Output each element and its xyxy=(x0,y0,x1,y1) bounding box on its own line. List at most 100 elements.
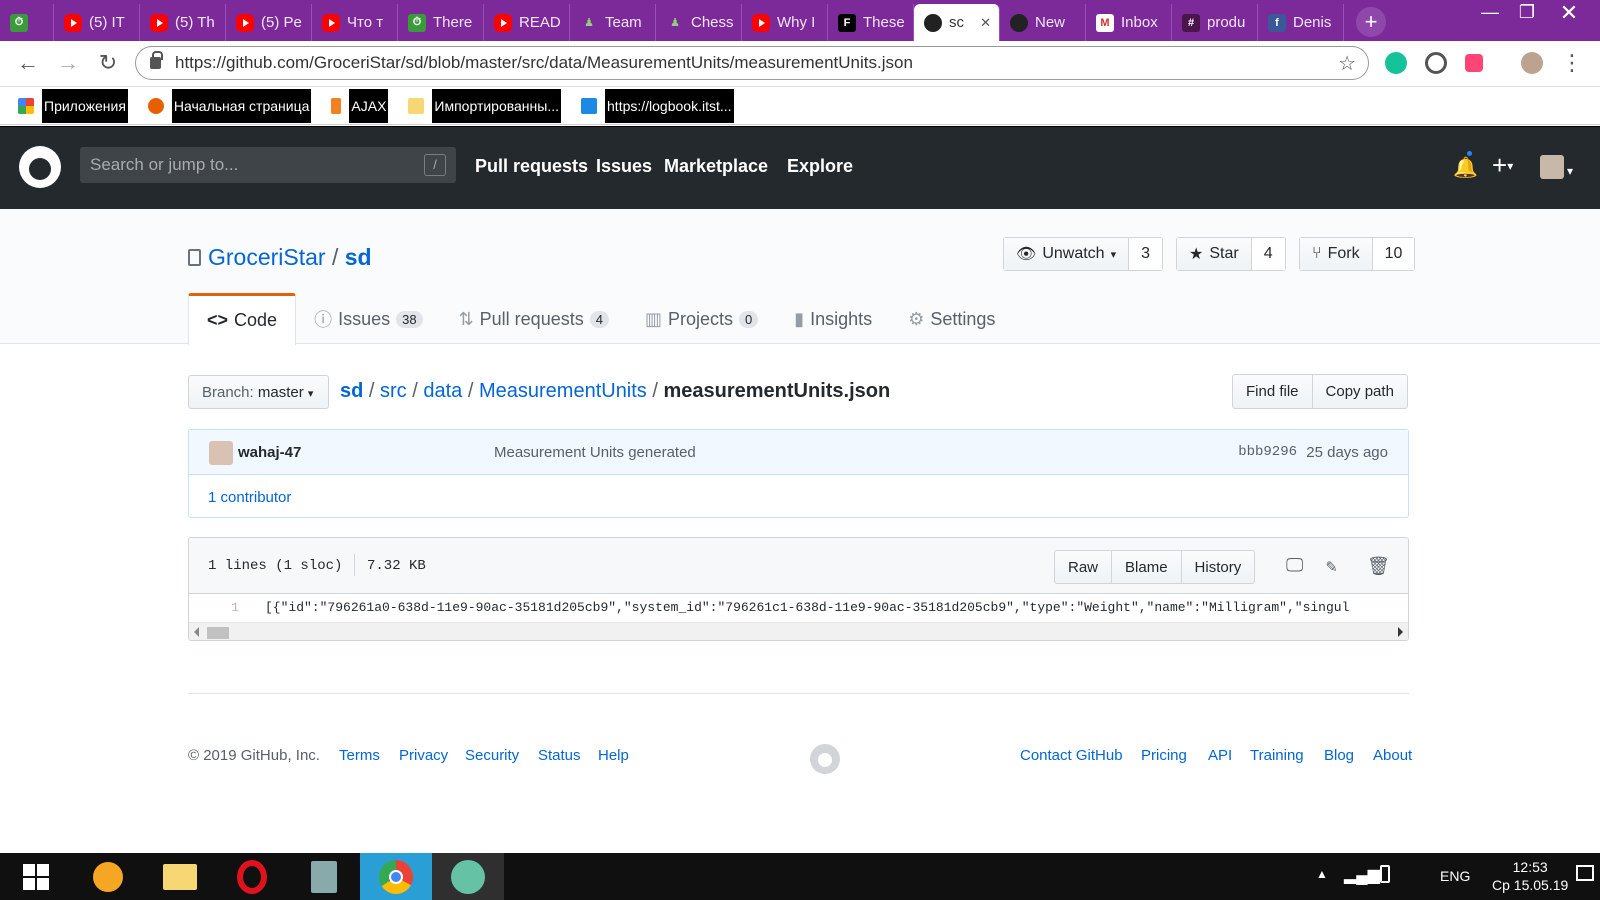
footer-link-pricing[interactable]: Pricing xyxy=(1141,747,1187,764)
trash-icon[interactable]: 🗑 xyxy=(1367,556,1390,578)
browser-tab[interactable]: Что т xyxy=(312,4,398,41)
battery-icon[interactable] xyxy=(1380,865,1390,883)
restore-icon[interactable]: ❐ xyxy=(1505,2,1549,23)
footer-link-about[interactable]: About xyxy=(1373,747,1412,764)
tab-issues[interactable]: ⓘ Issues 38 xyxy=(296,293,441,345)
find-file-button[interactable]: Find file xyxy=(1233,375,1313,408)
chrome-icon[interactable] xyxy=(360,853,432,900)
browser-tab[interactable]: M Inbox xyxy=(1086,4,1172,41)
browser-tab[interactable]: sc ✕ xyxy=(914,4,1000,41)
scroll-left-icon[interactable] xyxy=(194,627,199,637)
crumb-repo[interactable]: sd xyxy=(340,380,363,402)
file-explorer-icon[interactable] xyxy=(144,853,216,900)
commit-message[interactable]: Measurement Units generated xyxy=(494,444,696,461)
tab-settings[interactable]: ⚙ Settings xyxy=(890,293,1013,345)
history-button[interactable]: History xyxy=(1182,551,1255,583)
browser-tab[interactable]: f Denis xyxy=(1258,4,1344,41)
repo-name-link[interactable]: sd xyxy=(345,244,372,270)
browser-tab[interactable]: (5) Pe xyxy=(226,4,312,41)
tab-code[interactable]: <> Code xyxy=(188,293,297,345)
user-avatar[interactable] xyxy=(1540,155,1564,179)
footer-link-terms[interactable]: Terms xyxy=(339,747,380,764)
crumb-src[interactable]: src xyxy=(380,380,407,402)
bookmark-apps[interactable]: Приложения xyxy=(18,88,128,123)
extension-icon[interactable] xyxy=(1425,52,1447,74)
bookmark-star-icon[interactable]: ☆ xyxy=(1338,51,1356,76)
aimp-icon[interactable] xyxy=(72,853,144,900)
browser-tab[interactable]: F These xyxy=(828,4,914,41)
signal-icon[interactable]: ▂▄▆ xyxy=(1344,865,1380,885)
raw-button[interactable]: Raw xyxy=(1055,551,1113,583)
close-tab-icon[interactable]: ✕ xyxy=(980,15,991,31)
footer-link-privacy[interactable]: Privacy xyxy=(399,747,448,764)
bookmark-imported-folder[interactable]: Импортированны... xyxy=(408,88,562,123)
notification-center-icon[interactable] xyxy=(1576,865,1594,881)
fork-button[interactable]: ⑂ Fork xyxy=(1300,238,1373,270)
crumb-data[interactable]: data xyxy=(423,380,462,402)
footer-link-contact[interactable]: Contact GitHub xyxy=(1020,747,1123,764)
footer-link-status[interactable]: Status xyxy=(538,747,581,764)
copy-path-button[interactable]: Copy path xyxy=(1313,375,1407,408)
browser-tab[interactable]: (5) Th xyxy=(140,4,226,41)
atom-editor-icon[interactable] xyxy=(432,853,504,900)
bookmark-ajax[interactable]: AJAX xyxy=(331,88,389,123)
grammarly-icon[interactable] xyxy=(1385,52,1407,74)
github-footer-logo-icon[interactable] xyxy=(810,744,840,774)
extension-arrow-icon[interactable] xyxy=(1465,54,1483,72)
language-indicator[interactable]: ENG xyxy=(1440,868,1470,884)
nav-pull-requests[interactable]: Pull requests xyxy=(475,156,588,177)
bookmark-logbook[interactable]: https://logbook.itst... xyxy=(581,88,734,123)
tab-projects[interactable]: ▥ Projects 0 xyxy=(627,293,776,345)
nav-marketplace[interactable]: Marketplace xyxy=(664,156,768,177)
commit-author-avatar[interactable] xyxy=(209,441,233,465)
browser-tab[interactable]: ♟ Team xyxy=(570,4,656,41)
tab-pull-requests[interactable]: ⇅ Pull requests 4 xyxy=(441,293,627,345)
nav-explore[interactable]: Explore xyxy=(787,156,853,177)
close-window-icon[interactable]: ✕ xyxy=(1547,0,1591,26)
nav-issues[interactable]: Issues xyxy=(596,156,652,177)
opera-icon[interactable] xyxy=(216,853,288,900)
browser-tab[interactable]: ⏱ xyxy=(0,4,54,41)
star-button[interactable]: ★ Star xyxy=(1177,238,1252,270)
crumb-measurement-units[interactable]: MeasurementUnits xyxy=(479,380,647,402)
new-tab-button[interactable]: + xyxy=(1356,7,1386,37)
blame-button[interactable]: Blame xyxy=(1112,551,1182,583)
calculator-icon[interactable] xyxy=(288,853,360,900)
footer-link-api[interactable]: API xyxy=(1208,747,1232,764)
desktop-icon[interactable]: 🖵 xyxy=(1286,556,1303,577)
footer-link-help[interactable]: Help xyxy=(598,747,629,764)
commit-sha[interactable]: bbb9296 xyxy=(1238,444,1297,460)
reload-icon[interactable]: ↻ xyxy=(94,50,122,76)
search-input[interactable]: Search or jump to... / xyxy=(80,147,456,183)
scrollbar-thumb[interactable] xyxy=(207,627,229,639)
avatar-caret-icon[interactable]: ▾ xyxy=(1567,164,1573,178)
scroll-right-icon[interactable] xyxy=(1398,627,1403,637)
create-new-icon[interactable]: +▾ xyxy=(1492,150,1513,181)
horizontal-scrollbar[interactable] xyxy=(189,622,1408,640)
watch-count[interactable]: 3 xyxy=(1129,238,1162,270)
bookmark-start-page[interactable]: Начальная страница xyxy=(147,88,312,123)
browser-tab[interactable]: ♟ Chess xyxy=(656,4,742,41)
menu-dots-icon[interactable]: ⋮ xyxy=(1558,50,1586,76)
browser-tab[interactable]: (5) IT xyxy=(54,4,140,41)
forward-icon[interactable]: → xyxy=(54,50,82,76)
commit-author[interactable]: wahaj-47 xyxy=(238,444,301,461)
line-number[interactable]: 1 xyxy=(189,600,239,615)
browser-tab[interactable]: READ xyxy=(484,4,570,41)
repo-owner-link[interactable]: GroceriStar xyxy=(208,244,326,270)
footer-link-training[interactable]: Training xyxy=(1250,747,1304,764)
browser-tab[interactable]: ⏱ There xyxy=(398,4,484,41)
contributors-link[interactable]: 1 contributor xyxy=(208,489,291,506)
url-field[interactable]: https://github.com/GroceriStar/sd/blob/m… xyxy=(135,46,1369,80)
back-icon[interactable]: ← xyxy=(14,50,42,76)
tray-expand-icon[interactable]: ▲ xyxy=(1316,867,1328,881)
tab-insights[interactable]: ▮ Insights xyxy=(776,293,890,345)
footer-link-blog[interactable]: Blog xyxy=(1324,747,1354,764)
footer-link-security[interactable]: Security xyxy=(465,747,519,764)
profile-avatar[interactable] xyxy=(1521,52,1543,74)
unwatch-button[interactable]: 👁 Unwatch ▾ xyxy=(1004,238,1130,270)
browser-tab[interactable]: New xyxy=(1000,4,1086,41)
browser-tab[interactable]: # produ xyxy=(1172,4,1258,41)
github-logo-icon[interactable] xyxy=(19,146,61,188)
windows-start-icon[interactable] xyxy=(0,853,72,900)
